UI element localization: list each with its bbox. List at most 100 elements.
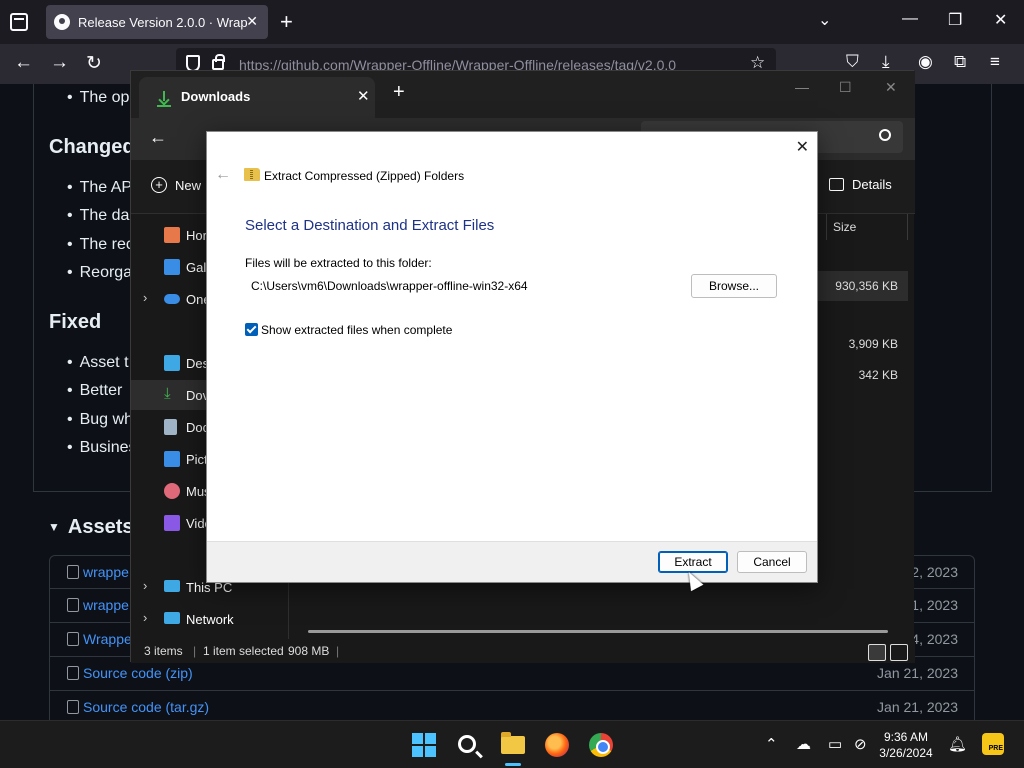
extract-zip-dialog: ✕ ← Extract Compressed (Zipped) Folders … — [206, 131, 818, 583]
reload-icon[interactable]: ↻ — [86, 52, 102, 75]
asset-date: Jan 21, 2023 — [877, 665, 958, 681]
network-status-icon[interactable]: ⊘ — [854, 735, 867, 753]
chevron-up-icon[interactable]: ⌃ — [765, 735, 778, 753]
onedrive-icon — [164, 294, 180, 304]
search-icon[interactable] — [458, 735, 476, 753]
close-icon[interactable]: ✕ — [357, 87, 370, 105]
horizontal-scrollbar[interactable] — [308, 630, 888, 633]
fixed-heading: Fixed — [49, 311, 102, 333]
desktop-icon — [164, 355, 180, 371]
lock-icon[interactable] — [212, 54, 225, 70]
menu-icon[interactable]: ≡ — [990, 52, 1000, 72]
details-view-icon[interactable] — [868, 644, 886, 661]
close-window-button[interactable]: ✕ — [994, 10, 1007, 30]
this-pc-icon — [164, 580, 180, 592]
chevron-right-icon[interactable]: › — [143, 610, 147, 625]
chevron-right-icon[interactable]: › — [143, 290, 147, 305]
dialog-heading: Select a Destination and Extract Files — [245, 217, 495, 234]
cancel-button[interactable]: Cancel — [737, 551, 807, 573]
active-app-indicator — [505, 763, 521, 766]
new-button[interactable]: + New — [151, 177, 201, 193]
music-icon — [164, 483, 180, 499]
details-label: Details — [852, 177, 892, 192]
asset-link[interactable]: wrappe — [83, 564, 129, 580]
downloads-icon: ⤓ — [164, 385, 171, 402]
minimize-button[interactable]: — — [902, 10, 918, 28]
close-window-button[interactable]: ✕ — [885, 79, 897, 96]
explorer-tab-downloads[interactable]: Downloads ✕ — [139, 77, 375, 118]
source-zip-link[interactable]: Source code (zip) — [83, 665, 193, 681]
new-tab-button[interactable]: + — [280, 9, 293, 35]
tab-close-icon[interactable]: ✕ — [246, 13, 258, 30]
fixed-item: Busines — [67, 439, 137, 457]
windows-start-icon[interactable] — [412, 733, 436, 757]
browse-button[interactable]: Browse... — [691, 274, 777, 298]
back-arrow-icon[interactable]: ← — [149, 127, 167, 148]
home-icon — [164, 227, 180, 243]
network-icon — [164, 612, 180, 624]
system-clock[interactable]: 9:36 AM 3/26/2024 — [870, 729, 942, 761]
source-targz-link[interactable]: Source code (tar.gz) — [83, 699, 209, 715]
changed-item: Reorga — [67, 264, 132, 282]
forward-arrow-icon[interactable]: → — [50, 52, 69, 74]
copilot-preview-icon[interactable]: PRE — [982, 733, 1004, 755]
pocket-icon[interactable]: ⛉ — [846, 52, 859, 72]
triangle-down-icon: ▼ — [48, 520, 60, 534]
onedrive-offline-icon[interactable]: ☁ — [796, 735, 811, 753]
asset-date: Jan 21, 2023 — [877, 699, 958, 715]
asset-date: 2, 2023 — [911, 564, 958, 580]
status-separator: | — [193, 644, 197, 658]
taskbar: ⌃ ☁ ▭ ⊘ 9:36 AM 3/26/2024 🔔︎ PRE — [0, 720, 1024, 768]
github-icon — [54, 14, 70, 30]
changed-item: The rec — [67, 236, 134, 254]
details-button[interactable]: Details — [829, 177, 892, 192]
new-tab-button[interactable]: + — [393, 81, 405, 104]
file-explorer-icon[interactable] — [501, 732, 525, 754]
details-pane-icon — [829, 178, 844, 191]
display-icon[interactable]: ▭ — [828, 735, 842, 753]
zipped-folder-icon — [244, 168, 260, 181]
back-arrow-icon[interactable]: ← — [14, 52, 33, 74]
status-separator: | — [336, 644, 340, 658]
browser-tab-active[interactable]: Release Version 2.0.0 · Wrapper-Offline … — [46, 5, 268, 39]
browser-tab-bar: Release Version 2.0.0 · Wrapper-Offline … — [0, 0, 1024, 44]
chevron-down-icon[interactable]: ⌄ — [818, 10, 831, 30]
column-header-size[interactable]: Size — [826, 214, 908, 240]
package-icon — [67, 632, 79, 646]
notification-bell-icon[interactable]: 🔔︎ — [948, 735, 967, 753]
downloads-icon — [157, 91, 171, 107]
asset-link[interactable]: Wrappe — [83, 631, 132, 647]
documents-icon — [164, 419, 177, 435]
sidebar-item-network[interactable]: › Network — [131, 604, 289, 634]
minimize-button[interactable]: — — [795, 79, 809, 95]
firefox-icon[interactable] — [545, 733, 569, 757]
tab-title: Release Version 2.0.0 · Wrapper-Offline — [78, 14, 248, 30]
downloads-icon[interactable]: ⤓ — [882, 52, 890, 72]
videos-icon — [164, 515, 180, 531]
destination-path-input[interactable]: C:\Users\vm6\Downloads\wrapper-offline-w… — [251, 279, 528, 293]
explorer-status-bar: 3 items | 1 item selected 908 MB | — [131, 639, 915, 663]
tab-list-icon[interactable] — [10, 13, 28, 31]
restore-button[interactable]: ❐ — [948, 10, 962, 30]
close-icon[interactable]: ✕ — [796, 137, 809, 157]
tiles-view-icon[interactable] — [890, 644, 908, 661]
fixed-item: Better — [67, 382, 123, 400]
show-files-checkbox[interactable] — [245, 323, 258, 336]
wizard-title: Extract Compressed (Zipped) Folders — [264, 169, 465, 183]
clock-date: 3/26/2024 — [879, 746, 933, 760]
changed-item: The AP — [67, 179, 132, 197]
chevron-right-icon[interactable]: › — [143, 578, 147, 593]
dialog-footer: Extract Cancel — [207, 541, 817, 582]
explorer-title-bar: Downloads ✕ + — ☐ ✕ — [131, 71, 915, 118]
assets-heading[interactable]: ▼ Assets — [48, 516, 134, 539]
package-icon — [67, 598, 79, 612]
account-icon[interactable]: ◉ — [918, 52, 933, 72]
back-arrow-icon[interactable]: ← — [215, 166, 231, 184]
show-files-checkbox-label[interactable]: Show extracted files when complete — [261, 323, 452, 337]
clock-time: 9:36 AM — [883, 730, 929, 744]
assets-heading-label: Assets — [67, 516, 134, 538]
chrome-icon[interactable] — [589, 733, 613, 757]
asset-link[interactable]: wrappe — [83, 597, 129, 613]
extensions-icon[interactable]: ⧉ — [954, 52, 966, 72]
maximize-button[interactable]: ☐ — [839, 79, 852, 96]
